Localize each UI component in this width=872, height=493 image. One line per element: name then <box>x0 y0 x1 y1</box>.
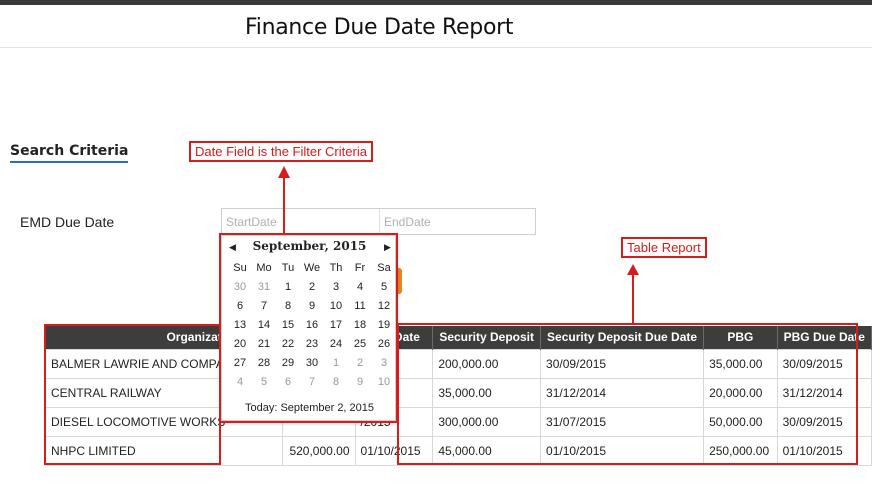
start-date-input[interactable] <box>222 209 378 234</box>
annotation-table-report: Table Report <box>621 237 707 258</box>
emd-date-range <box>221 208 536 235</box>
annotation-box-table-report <box>397 323 858 465</box>
annotation-arrowhead-table-report <box>627 264 639 275</box>
end-date-input[interactable] <box>379 209 535 234</box>
annotation-box-organization-column <box>44 324 221 465</box>
annotation-arrowhead-date-field <box>278 166 290 178</box>
search-criteria-heading: Search Criteria <box>10 143 129 163</box>
title-divider <box>0 47 872 48</box>
emd-due-date-label: EMD Due Date <box>20 214 115 230</box>
page-title: Finance Due Date Report <box>245 15 514 40</box>
cell-emd: 520,000.00 <box>281 435 356 466</box>
annotation-date-field: Date Field is the Filter Criteria <box>189 141 373 162</box>
top-strip <box>0 0 872 5</box>
annotation-box-calendar <box>219 233 398 423</box>
